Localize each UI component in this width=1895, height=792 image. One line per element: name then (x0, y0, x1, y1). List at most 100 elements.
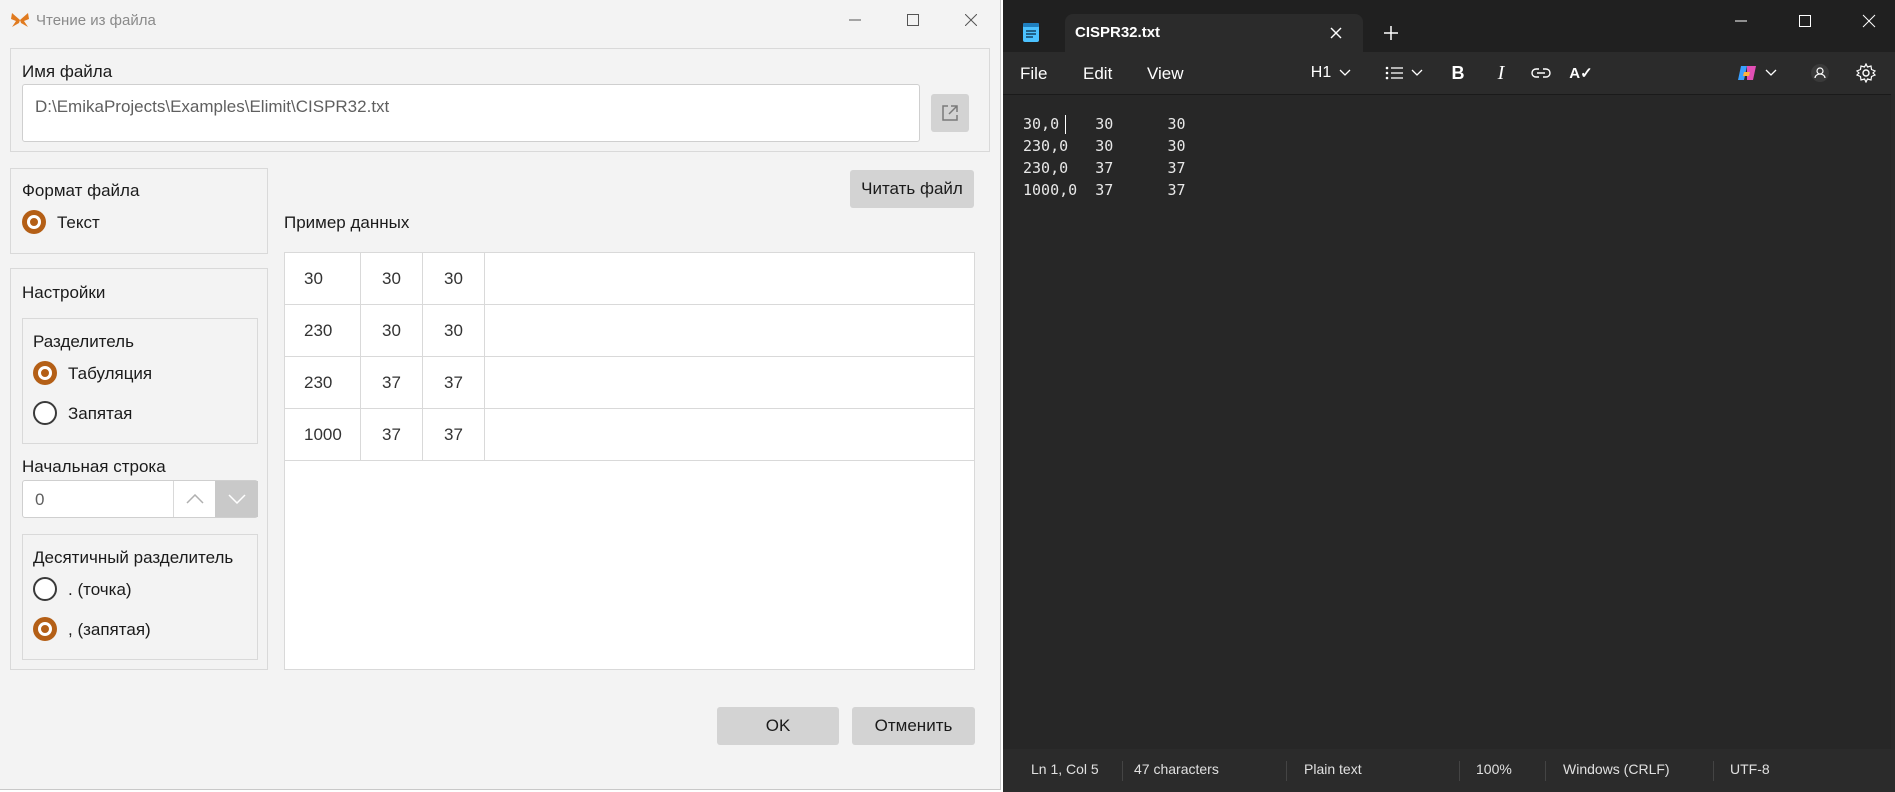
dialog-title: Чтение из файла (36, 12, 156, 29)
text-line: 30,0 30 30 (1023, 115, 1186, 133)
link-icon (1531, 68, 1551, 78)
start-row-value: 0 (35, 490, 45, 509)
menu-edit[interactable]: Edit (1083, 64, 1112, 84)
copilot-dropdown[interactable] (1731, 60, 1783, 86)
decimal-comma-radio[interactable] (33, 617, 57, 641)
status-line-endings: Windows (CRLF) (1563, 761, 1670, 777)
chevron-down-icon (1339, 69, 1351, 76)
minimize-button[interactable] (1719, 6, 1763, 36)
cancel-button[interactable]: Отменить (852, 707, 975, 745)
status-encoding: UTF-8 (1730, 761, 1770, 777)
stepper-up-button[interactable] (173, 481, 216, 517)
maximize-button[interactable] (884, 0, 942, 40)
format-text-label: Текст (57, 213, 100, 232)
maximize-icon (907, 14, 919, 26)
separator-label: Разделитель (33, 332, 134, 351)
table-cell[interactable]: 30 (285, 253, 361, 304)
text-editor[interactable]: 30,0 30 30 230,0 30 30 230,0 37 37 1000,… (1003, 94, 1895, 750)
table-cell[interactable]: 37 (361, 357, 423, 408)
chevron-down-icon (1765, 69, 1777, 76)
format-text-radio[interactable] (22, 210, 46, 234)
file-path-input[interactable]: D:\EmikaProjects\Examples\Elimit\CISPR32… (22, 84, 920, 142)
table-row: 1000 37 37 (285, 409, 974, 461)
separator-tab-label: Табуляция (68, 364, 153, 383)
table-cell[interactable]: 37 (423, 357, 485, 408)
separator-comma-label: Запятая (68, 404, 133, 423)
close-icon (1862, 14, 1876, 28)
status-divider (1459, 761, 1460, 781)
decimal-dot-radio[interactable] (33, 577, 57, 601)
stepper-down-button[interactable] (215, 481, 258, 517)
table-cell[interactable]: 30 (361, 253, 423, 304)
sample-data-label: Пример данных (284, 213, 410, 232)
text-line: 230,0 37 37 (1023, 159, 1186, 177)
italic-button[interactable]: I (1487, 60, 1515, 86)
chevron-down-icon (1411, 69, 1423, 76)
app-logo-icon (11, 13, 29, 27)
table-cell[interactable]: 30 (423, 253, 485, 304)
heading-dropdown[interactable]: H1 (1306, 60, 1356, 86)
italic-icon: I (1497, 61, 1505, 84)
status-divider (1286, 761, 1287, 781)
table-cell[interactable]: 37 (423, 409, 485, 460)
table-row: 230 30 30 (285, 305, 974, 357)
table-cell[interactable]: 30 (423, 305, 485, 356)
ok-button[interactable]: OK (717, 707, 839, 745)
table-row: 230 37 37 (285, 357, 974, 409)
separator-comma-radio[interactable] (33, 401, 57, 425)
notepad-tabbar: CISPR32.txt (1003, 0, 1895, 52)
list-dropdown[interactable] (1379, 60, 1429, 86)
status-characters: 47 characters (1134, 761, 1219, 777)
minimize-button[interactable] (826, 0, 884, 40)
copilot-icon (1738, 66, 1756, 80)
settings-label: Настройки (22, 283, 106, 302)
decimal-separator-label: Десятичный разделитель (33, 548, 234, 567)
decimal-dot-label: . (точка) (68, 580, 132, 599)
close-tab-button[interactable] (1325, 22, 1347, 44)
maximize-button[interactable] (1783, 6, 1827, 36)
file-name-label: Имя файла (22, 62, 113, 81)
status-position: Ln 1, Col 5 (1031, 761, 1099, 777)
table-cell[interactable]: 230 (285, 357, 361, 408)
close-icon (1330, 27, 1342, 39)
table-cell[interactable]: 230 (285, 305, 361, 356)
status-divider (1122, 761, 1123, 781)
separator-tab-radio[interactable] (33, 361, 57, 385)
file-format-label: Формат файла (22, 181, 140, 200)
read-file-dialog: Чтение из файла Имя файла D:\EmikaProjec… (0, 0, 1001, 790)
status-zoom[interactable]: 100% (1476, 761, 1512, 777)
new-tab-button[interactable] (1380, 22, 1402, 44)
settings-button[interactable] (1854, 61, 1878, 85)
menu-view[interactable]: View (1147, 64, 1184, 84)
link-button[interactable] (1527, 60, 1555, 86)
sample-data-table: 30 30 30 230 30 30 230 37 37 1000 37 37 (284, 252, 975, 670)
list-icon (1385, 66, 1403, 80)
table-row: 30 30 30 (285, 253, 974, 305)
bold-button[interactable]: B (1444, 60, 1472, 86)
account-button[interactable] (1808, 61, 1832, 85)
decimal-comma-label: , (запятая) (68, 620, 151, 639)
status-bar: Ln 1, Col 5 47 characters Plain text 100… (1003, 749, 1895, 792)
start-row-stepper[interactable]: 0 (22, 480, 258, 518)
text-line: 230,0 30 30 (1023, 137, 1186, 155)
menu-file[interactable]: File (1020, 64, 1047, 84)
table-cell[interactable]: 1000 (285, 409, 361, 460)
close-button[interactable] (942, 0, 1000, 40)
close-icon (965, 14, 977, 26)
vertical-scrollbar[interactable] (1891, 94, 1895, 749)
table-cell[interactable]: 37 (361, 409, 423, 460)
text-line: 1000,0 37 37 (1023, 181, 1186, 199)
text-cursor (1065, 115, 1066, 134)
status-divider (1545, 761, 1546, 781)
spellcheck-button[interactable]: A✓ (1567, 60, 1595, 86)
spellcheck-icon: A✓ (1569, 65, 1593, 82)
close-button[interactable] (1847, 6, 1891, 36)
status-format: Plain text (1304, 761, 1362, 777)
browse-button[interactable] (931, 94, 969, 132)
bold-icon: B (1451, 62, 1465, 83)
status-divider (1713, 761, 1714, 781)
read-file-button[interactable]: Читать файл (850, 170, 974, 208)
table-cell[interactable]: 30 (361, 305, 423, 356)
tab-cispr32[interactable]: CISPR32.txt (1065, 14, 1363, 52)
notepad-menubar: File Edit View H1 B I A✓ (1003, 52, 1895, 94)
